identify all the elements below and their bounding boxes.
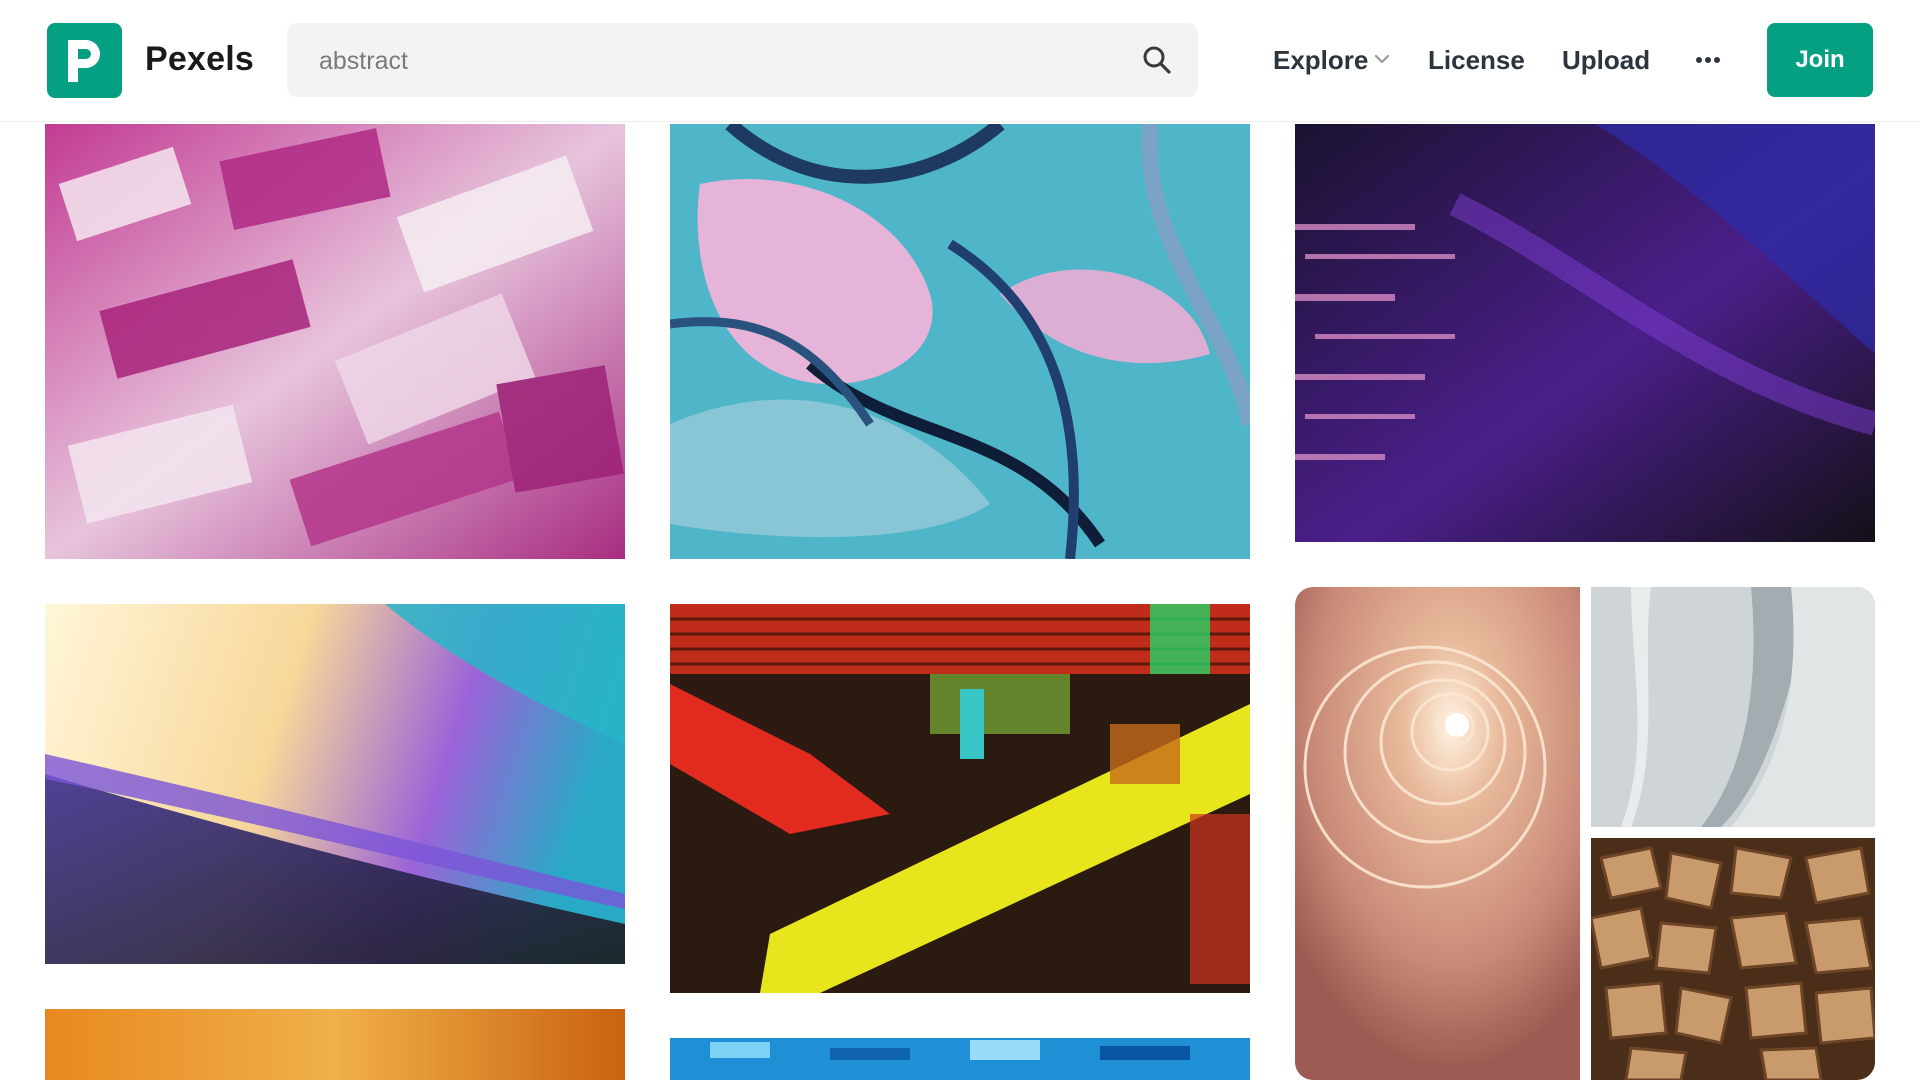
photo-image — [1591, 838, 1875, 1080]
brand-name[interactable]: Pexels — [145, 40, 254, 79]
photo-spiral-staircase[interactable] — [1295, 587, 1580, 1080]
photo-orange-gradient[interactable] — [45, 1009, 625, 1080]
search-bar[interactable] — [287, 23, 1198, 99]
photo-image — [1591, 587, 1875, 827]
photo-neon-stripes[interactable] — [670, 604, 1250, 993]
photo-firewood-stack[interactable] — [1591, 838, 1875, 1080]
photo-image — [670, 1038, 1250, 1080]
search-icon[interactable] — [1142, 45, 1172, 75]
photo-image — [45, 1009, 625, 1080]
top-navigation-bar: Pexels Explore License Upload Join — [0, 0, 1920, 122]
photo-image — [45, 604, 625, 964]
photo-image — [45, 124, 625, 559]
nav-explore[interactable]: Explore — [1273, 45, 1368, 76]
chevron-down-icon[interactable] — [1374, 53, 1390, 65]
photo-image — [670, 124, 1250, 559]
photo-pink-paint-strokes[interactable] — [45, 124, 625, 559]
logo-letter-p-icon — [67, 39, 100, 82]
photo-cream-teal-blur[interactable] — [45, 604, 625, 964]
photo-blue-crystals[interactable] — [670, 1038, 1250, 1080]
join-button[interactable]: Join — [1767, 23, 1873, 97]
more-options-icon[interactable] — [1695, 50, 1721, 70]
photo-image — [1295, 124, 1875, 542]
pexels-logo-icon[interactable] — [47, 23, 122, 98]
nav-upload[interactable]: Upload — [1562, 45, 1650, 76]
photo-teal-marble-swirls[interactable] — [670, 124, 1250, 559]
photo-purple-motion-blur[interactable] — [1295, 124, 1875, 542]
search-input[interactable] — [317, 23, 1121, 99]
photo-image — [670, 604, 1250, 993]
photo-image — [1295, 587, 1580, 1080]
photo-grey-curves[interactable] — [1591, 587, 1875, 827]
nav-license[interactable]: License — [1428, 45, 1525, 76]
